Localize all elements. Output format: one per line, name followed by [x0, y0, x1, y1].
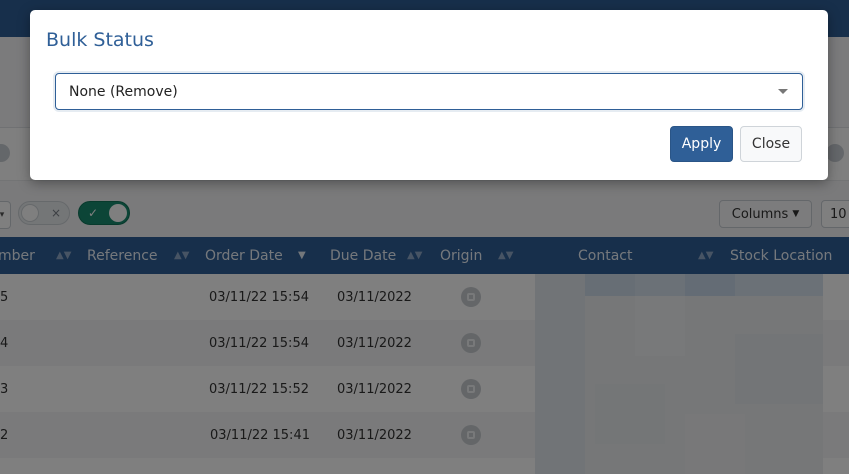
status-select[interactable]: None (Remove) [55, 73, 803, 110]
bulk-status-modal: Bulk Status None (Remove) Apply Close [30, 10, 828, 180]
chevron-down-icon [778, 89, 788, 94]
status-select-value: None (Remove) [69, 83, 178, 100]
apply-button[interactable]: Apply [670, 126, 733, 162]
close-button[interactable]: Close [740, 126, 802, 162]
modal-title: Bulk Status [46, 29, 154, 51]
